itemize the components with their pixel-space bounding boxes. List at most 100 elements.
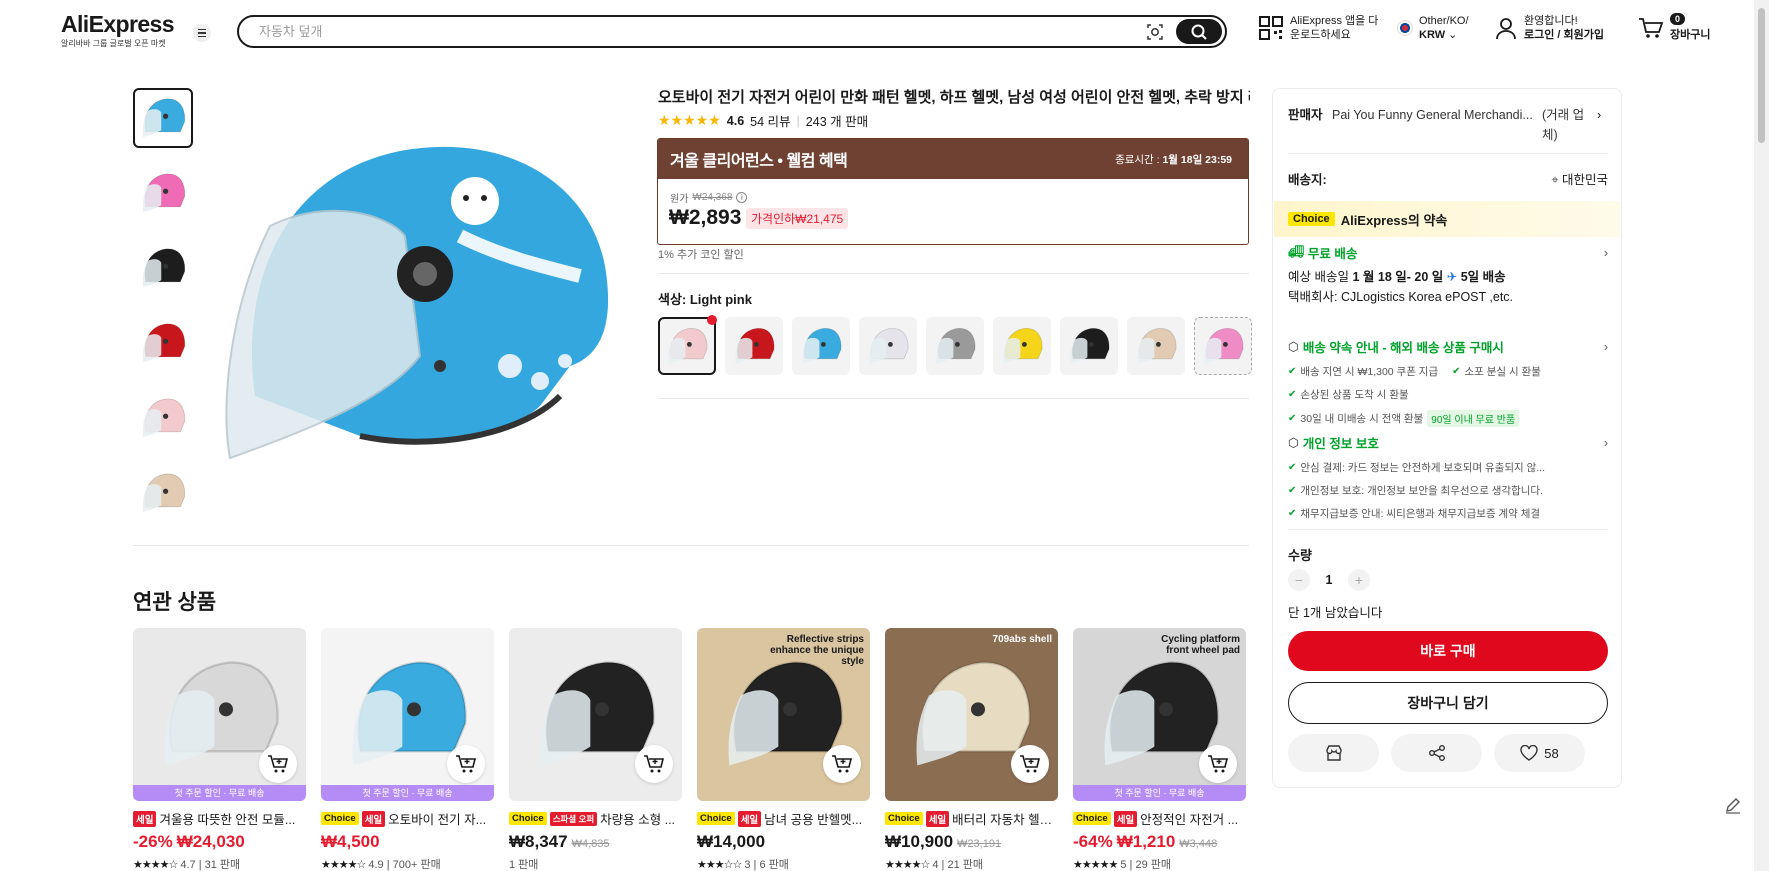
cart-button[interactable]: 0 장바구니 [1638,13,1710,42]
related-product-name[interactable]: 안정적인 자전거 ... [1140,809,1238,828]
related-product-name[interactable]: 오토바이 전기 자... [388,809,486,828]
related-product-card[interactable]: 709abs shell Choice세일배터리 자동차 헬멧 전... ₩10,9… [885,628,1058,871]
related-product-image[interactable] [509,628,682,801]
color-label: 색상: Light pink [658,292,752,307]
related-product-meta: ★★★★☆ 4.7 | 31 판매 [133,856,306,871]
color-swatch[interactable] [926,317,984,375]
related-product-card[interactable]: 첫 주문 할인 · 무료 배송 Choice 세일 오토바이 전기 자... ₩4,50… [321,628,494,871]
quick-add-cart-button[interactable] [635,745,673,783]
color-swatch[interactable] [1194,317,1252,375]
related-product-card[interactable]: 첫 주문 할인 · 무료 배송 세일 겨울용 따뜻한 안전 모듈... -26% ₩24… [133,628,306,871]
privacy-section[interactable]: ⬡ 개인 정보 보호 › ✔ 안심 결제: 카드 정보는 안전하게 보호되며 유출되… [1288,433,1608,521]
quick-add-cart-button[interactable] [1011,745,1049,783]
app-download[interactable]: AliExpress 앱을 다 운로드하세요 [1258,14,1378,42]
shield-check-icon: ⬡ [1288,436,1299,450]
free-shipping-section[interactable]: 🚚︎ 무료 배송 › 예상 배송일 1 월 18 일- 20 일 ✈ 5일 배송 … [1288,243,1608,307]
image-search-icon[interactable] [1145,22,1165,42]
search-button[interactable] [1176,19,1222,44]
quantity-value[interactable]: 1 [1324,573,1334,587]
quick-add-cart-button[interactable] [447,745,485,783]
delivery-guarantee-section[interactable]: ⬡ 배송 약속 안내 - 해외 배송 상품 구매시 › ✔ 배송 지연 시 ₩1,3… [1288,337,1608,427]
color-swatch[interactable] [725,317,783,375]
guarantee-title: 배송 약속 안내 - 해외 배송 상품 구매시 [1302,341,1504,355]
related-product-price-row: ₩4,500 [321,832,494,852]
privacy-item: ✔ 개인정보 보호: 개인정보 보안을 최우선으로 생각합니다. [1288,485,1543,497]
currency: KRW [1419,29,1446,41]
related-product-name[interactable]: 차량용 소형 ... [600,809,675,828]
related-product-card[interactable]: Choice 스파셜 오퍼 차량용 소형 ... ₩8,347 ₩4,835 1 판매 [509,628,682,871]
first-order-banner: 첫 주문 할인 · 무료 배송 [321,785,494,801]
related-product-price: ₩24,030 [176,832,245,851]
guarantee-item: ✔ 30일 내 미배송 시 전액 환불 90일 이내 무료 반품 [1288,410,1608,427]
quantity-label: 수량 [1288,548,1312,563]
sold-count: 243 개 판매 [805,115,869,129]
login-signup: 로그인 / 회원가입 [1524,29,1605,41]
coin-discount: 1% 추가 코인 할인 [658,249,744,261]
rating-row: ★★★★★ 4.6 54 리뷰 | 243 개 판매 [658,111,868,130]
cart-plus-icon [644,755,665,773]
edit-icon[interactable] [1718,790,1748,820]
stock-notice: 단 1개 남았습니다 [1288,606,1383,620]
scroll-thumb[interactable] [1758,8,1765,143]
related-product-card[interactable]: Reflective strips enhance the unique sty… [697,628,870,871]
related-product-name[interactable]: 겨울용 따뜻한 안전 모듈... [159,809,295,828]
main-product-image[interactable] [210,106,630,486]
increase-button[interactable]: + [1348,569,1370,591]
purchase-panel: 판매자 Pai You Funny General Merchandi... (… [1272,88,1622,788]
add-to-cart-button[interactable]: 장바구니 담기 [1288,682,1608,724]
product-thumbnail[interactable] [133,313,193,373]
color-swatch[interactable] [658,315,717,375]
quick-add-cart-button[interactable] [259,745,297,783]
share-icon [1428,745,1445,761]
product-tag: 세일 [1113,810,1138,827]
old-price: ₩4,835 [571,838,610,850]
page-scrollbar[interactable] [1754,0,1769,871]
seller-name[interactable]: Pai You Funny General Merchandi... [1332,105,1542,145]
related-product-image[interactable]: 첫 주문 할인 · 무료 배송 [321,628,494,801]
related-product-name[interactable]: 배터리 자동차 헬멧 전... [952,809,1058,828]
product-thumbnail[interactable] [133,463,193,523]
color-swatch[interactable] [859,317,917,375]
color-swatch[interactable] [792,317,850,375]
related-product-price-row: -26% ₩24,030 [133,832,306,852]
buy-now-button[interactable]: 바로 구매 [1288,631,1608,671]
related-product-image[interactable]: Reflective strips enhance the unique sty… [697,628,870,801]
seller-row[interactable]: 판매자 Pai You Funny General Merchandi... (… [1288,105,1608,145]
related-product-card[interactable]: Cycling platform front wheel pad 첫 주문 할인 … [1073,628,1246,871]
color-swatch[interactable] [993,317,1051,375]
related-product-image[interactable]: 첫 주문 할인 · 무료 배송 [133,628,306,801]
info-icon[interactable]: i [736,192,748,203]
wishlist-button[interactable]: 58 [1494,734,1585,772]
chevron-right-icon: › [1603,435,1608,450]
related-product-image[interactable]: Cycling platform front wheel pad 첫 주문 할인 … [1073,628,1246,801]
related-product-name[interactable]: 남녀 공용 반헬멧... [764,809,862,828]
image-caption: Reflective strips enhance the unique sty… [770,634,864,667]
language-currency[interactable]: Other/KO/KRW ⌄ [1397,14,1469,42]
related-product-name-row: Choice 스파셜 오퍼 차량용 소형 ... [509,809,682,828]
menu-icon[interactable] [193,24,211,42]
color-swatch[interactable] [1127,317,1185,375]
chevron-down-icon: ⌄ [1448,29,1458,41]
seller-label: 판매자 [1288,108,1323,122]
separator: | [796,113,800,128]
share-button[interactable] [1391,734,1482,772]
discount-percent: -26% [133,832,173,851]
product-thumbnail[interactable] [133,388,193,448]
aliexpress-logo[interactable]: AliExpress 알리바바 그룹 글로벌 오픈 마켓 [61,11,175,49]
quick-add-cart-button[interactable] [823,745,861,783]
related-product-name-row: Choice 세일 안정적인 자전거 ... [1073,809,1246,828]
product-thumbnail[interactable] [133,163,193,223]
review-count[interactable]: 54 리뷰 [750,111,790,130]
search-input[interactable] [259,17,1139,46]
chevron-right-icon: › [1603,245,1608,260]
related-product-image[interactable]: 709abs shell [885,628,1058,801]
store-button[interactable] [1288,734,1379,772]
image-caption: 709abs shell [992,634,1052,645]
decrease-button[interactable]: − [1288,569,1310,591]
account-menu[interactable]: 환영합니다! 로그인 / 회원가입 [1494,14,1604,42]
color-swatch[interactable] [1060,317,1118,375]
product-thumbnail[interactable] [133,238,193,298]
ship-to-row[interactable]: 배송지: ⌖ 대한민국 [1288,169,1608,188]
product-thumbnail[interactable] [133,88,193,148]
quick-add-cart-button[interactable] [1199,745,1237,783]
